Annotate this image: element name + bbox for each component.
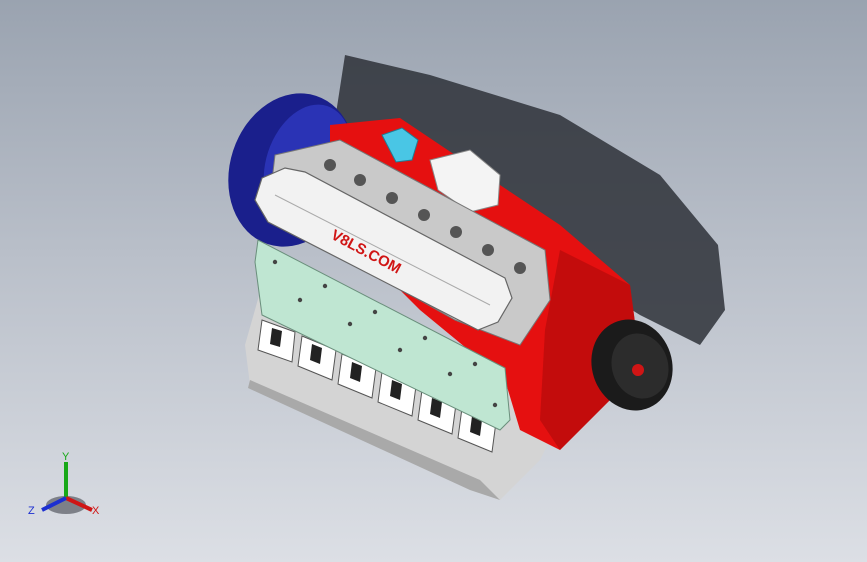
triad-x-label: X [92,505,100,517]
triad-y-label: Y [62,451,70,463]
crank-pulley-hub [632,364,644,376]
engine-3d-model[interactable]: V8LS.COM [0,0,867,562]
cad-3d-viewport[interactable]: V8LS.COM Y X Z [0,0,867,562]
orientation-triad[interactable]: Y X Z [26,448,106,524]
triad-z-label: Z [28,505,35,517]
